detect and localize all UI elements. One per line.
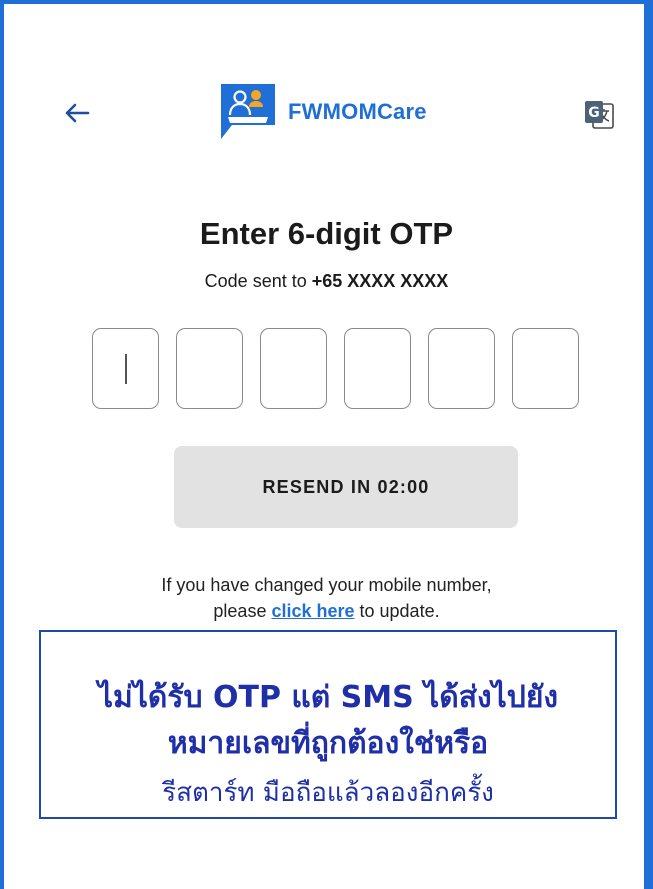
app-header: FWMOMCare G — [0, 82, 653, 152]
note-pre-link: please — [213, 601, 272, 621]
note-post-link: to update. — [354, 601, 440, 621]
svg-text:G: G — [588, 105, 600, 121]
otp-digit-2[interactable] — [176, 328, 243, 409]
brand: FWMOMCare — [218, 82, 427, 142]
note-line-2: please click here to update. — [0, 598, 653, 624]
otp-digit-6[interactable] — [512, 328, 579, 409]
google-translate-icon: G — [585, 101, 614, 129]
text-cursor — [125, 354, 127, 384]
callout-line-2: หมายเลขที่ถูกต้องใช่หรือ — [167, 726, 489, 761]
callout-line-1: ไม่ได้รับ OTP แต่ SMS ได้ส่งไปยัง — [97, 680, 559, 715]
thai-help-callout: ไม่ได้รับ OTP แต่ SMS ได้ส่งไปยัง หมายเล… — [39, 630, 617, 819]
note-line-1: If you have changed your mobile number, — [161, 575, 492, 595]
resend-otp-button[interactable]: RESEND IN 02:00 — [174, 446, 518, 528]
back-button[interactable] — [62, 98, 92, 128]
change-number-note: If you have changed your mobile number, … — [0, 572, 653, 624]
otp-digit-1[interactable] — [92, 328, 159, 409]
otp-digit-5[interactable] — [428, 328, 495, 409]
code-sent-prefix: Code sent to — [204, 271, 312, 291]
fwmomcare-logo-icon — [221, 84, 275, 139]
masked-phone-number: +65 XXXX XXXX — [311, 271, 449, 291]
arrow-left-icon — [65, 103, 90, 123]
brand-name: FWMOMCare — [288, 99, 427, 124]
code-sent-text: Code sent to +65 XXXX XXXX — [0, 271, 653, 292]
otp-input-row — [92, 328, 579, 409]
otp-digit-3[interactable] — [260, 328, 327, 409]
otp-title: Enter 6-digit OTP — [199, 216, 454, 251]
translate-button[interactable]: G — [582, 98, 616, 132]
otp-digit-4[interactable] — [344, 328, 411, 409]
callout-line-3: รีสตาร์ท มือถือแล้วลองอีกครั้ง — [162, 778, 494, 808]
click-here-link[interactable]: click here — [271, 601, 354, 621]
